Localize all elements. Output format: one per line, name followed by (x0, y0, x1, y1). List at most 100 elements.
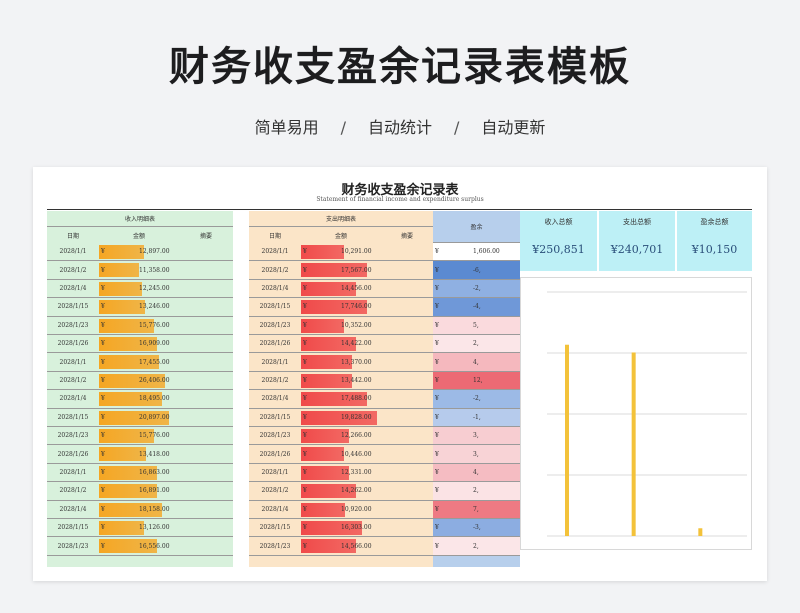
expense-currency-symbol: ¥ (303, 524, 307, 532)
expense-date-cell: 2028/1/23 (259, 321, 291, 329)
expense-date-cell: 2028/1/26 (259, 340, 291, 348)
income-date-cell: 2028/1/23 (57, 542, 89, 550)
expense-amount-cell: 13,370.00 (341, 358, 372, 366)
income-amount-cell: 15,776.00 (139, 321, 170, 329)
chart-bar (698, 528, 703, 536)
surplus-currency-symbol: ¥ (435, 358, 439, 366)
expense-currency-symbol: ¥ (303, 487, 307, 495)
surplus-amount-cell: 4, (473, 358, 479, 366)
surplus-total-value: ¥10,150 (691, 243, 738, 256)
income-row: 2028/1/2 ¥11,358.00 (47, 261, 233, 280)
expense-total-card: 支出总额 ¥240,701 (599, 211, 675, 271)
surplus-total-card: 盈余总额 ¥10,150 (677, 211, 752, 271)
income-col-date: 日期 (66, 232, 79, 240)
expense-currency-symbol: ¥ (303, 542, 307, 550)
surplus-row: ¥5, (433, 316, 520, 335)
expense-row: 2028/1/2 ¥14,262.00 (249, 482, 433, 501)
surplus-amount-cell: -6, (473, 266, 481, 274)
expense-date-cell: 2028/1/1 (261, 468, 289, 476)
income-date-cell: 2028/1/2 (59, 376, 87, 384)
surplus-currency-symbol: ¥ (435, 468, 439, 476)
surplus-currency-symbol: ¥ (435, 524, 439, 532)
expense-row: 2028/1/4 ¥10,920.00 (249, 501, 433, 519)
income-date-cell: 2028/1/1 (59, 358, 87, 366)
income-row: 2028/1/4 ¥18,158.00 (47, 501, 233, 519)
surplus-amount-cell: 3, (473, 432, 479, 440)
income-amount-cell: 16,863.00 (139, 468, 170, 476)
income-date-cell: 2028/1/15 (57, 413, 89, 421)
expense-currency-symbol: ¥ (303, 266, 307, 274)
income-amount-cell: 16,909.00 (139, 340, 170, 348)
surplus-amount-cell: 4, (473, 468, 479, 476)
income-amount-cell: 11,358.00 (139, 266, 170, 274)
expense-currency-symbol: ¥ (303, 468, 307, 476)
surplus-currency-symbol: ¥ (435, 487, 439, 495)
surplus-amount-cell: 12, (473, 376, 483, 384)
income-currency-symbol: ¥ (101, 248, 105, 256)
expense-currency-symbol: ¥ (303, 358, 307, 366)
expense-total-value: ¥240,701 (610, 243, 664, 256)
surplus-section-title: 盈余 (433, 211, 520, 243)
expense-amount-cell: 14,566.00 (341, 542, 372, 550)
expense-amount-cell: 10,920.00 (341, 505, 372, 513)
surplus-amount-cell: 2, (473, 340, 479, 348)
surplus-currency-symbol: ¥ (435, 321, 439, 329)
expense-row: 2028/1/15 ¥19,828.00 (249, 409, 433, 427)
expense-date-cell: 2028/1/26 (259, 450, 291, 458)
expense-date-cell: 2028/1/15 (259, 303, 291, 311)
expense-row: 2028/1/26 ¥14,422.00 (249, 335, 433, 354)
income-currency-symbol: ¥ (101, 413, 105, 421)
income-col-note: 摘要 (199, 232, 212, 240)
income-col-amount: 金额 (132, 232, 145, 240)
expense-amount-cell: 10,352.00 (341, 321, 372, 329)
income-date-cell: 2028/1/23 (57, 432, 89, 440)
expense-currency-symbol: ¥ (303, 321, 307, 329)
expense-amount-cell: 14,422.00 (341, 340, 372, 348)
surplus-row: ¥2, (433, 482, 520, 501)
tag-separator: / (454, 118, 460, 137)
expense-date-cell: 2028/1/4 (261, 284, 289, 292)
surplus-amount-cell: 7, (473, 505, 479, 513)
expense-amount-cell: 10,446.00 (341, 450, 372, 458)
surplus-currency-symbol: ¥ (435, 340, 439, 348)
expense-currency-symbol: ¥ (303, 340, 307, 348)
expense-col-note: 摘要 (400, 232, 413, 240)
expense-amount-cell: 17,567.00 (341, 266, 372, 274)
income-currency-symbol: ¥ (101, 321, 105, 329)
expense-row: 2028/1/23 ¥14,566.00 (249, 537, 433, 556)
income-row: 2028/1/2 ¥26,406.00 (47, 372, 233, 391)
income-row: 2028/1/15 ¥13,126.00 (47, 519, 233, 538)
surplus-row: ¥1,606.00 (433, 243, 520, 262)
income-amount-cell: 26,406.00 (139, 376, 170, 384)
surplus-row: ¥7, (433, 500, 520, 519)
expense-amount-cell: 17,488.00 (341, 395, 372, 403)
totals-chart (520, 277, 752, 550)
surplus-row: ¥ -2, (433, 279, 520, 299)
expense-currency-symbol: ¥ (303, 413, 307, 421)
expense-currency-symbol: ¥ (303, 376, 307, 384)
income-date-cell: 2028/1/26 (57, 450, 89, 458)
expense-row: 2028/1/26 ¥10,446.00 (249, 445, 433, 464)
expense-row: 2028/1/23 ¥12,266.00 (249, 427, 433, 446)
income-amount-cell: 16,891.00 (139, 487, 170, 495)
income-section-title: 收入明细表 (47, 211, 233, 227)
income-currency-symbol: ¥ (101, 505, 105, 513)
income-currency-symbol: ¥ (101, 376, 105, 384)
income-date-cell: 2028/1/4 (59, 505, 87, 513)
surplus-amount-cell: 2, (473, 542, 479, 550)
expense-row: 2028/1/4 ¥17,488.00 (249, 390, 433, 409)
expense-amount-cell: 16,303.00 (341, 524, 372, 532)
surplus-currency-symbol: ¥ (435, 376, 439, 384)
surplus-amount-cell: 2, (473, 487, 479, 495)
income-row: 2028/1/1 ¥17,455.00 (47, 353, 233, 372)
income-currency-symbol: ¥ (101, 468, 105, 476)
feature-tags: 简单易用 / 自动统计 / 自动更新 (0, 114, 800, 138)
income-currency-symbol: ¥ (101, 395, 105, 403)
expense-currency-symbol: ¥ (303, 248, 307, 256)
income-currency-symbol: ¥ (101, 524, 105, 532)
surplus-row: ¥12, (433, 371, 520, 391)
surplus-table: 盈余 ¥1,606.00 ¥ -6, ¥ -2, ¥ -4, ¥5, ¥2, ¥4, ¥12, ¥ -2… (433, 211, 520, 567)
expense-amount-cell: 10,291.00 (341, 248, 372, 256)
expense-row: 2028/1/4 ¥14,456.00 (249, 280, 433, 299)
expense-currency-symbol: ¥ (303, 395, 307, 403)
